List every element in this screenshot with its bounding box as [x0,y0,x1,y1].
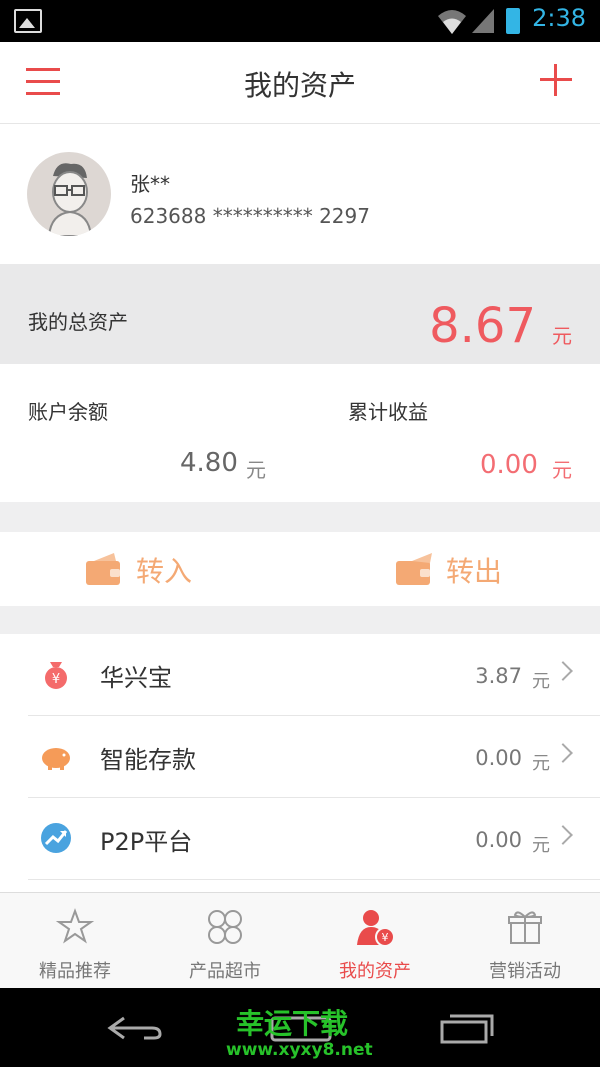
balance-value: 4.80 [180,448,238,478]
product-unit: 元 [532,671,550,692]
tab-label: 产品超市 [189,961,261,982]
transfer-in-label: 转入 [136,555,193,588]
product-unit: 元 [532,835,550,856]
recent-apps-icon[interactable] [440,1010,496,1044]
app-header: 我的资产 [0,42,600,124]
svg-text:¥: ¥ [382,931,389,944]
chevron-right-icon [553,661,573,681]
transfer-out-button[interactable]: 转出 [394,550,502,590]
transfer-in-button[interactable]: 转入 [84,550,192,590]
transfer-out-label: 转出 [446,555,503,588]
watermark-title: 幸运下载 [236,1007,349,1040]
plus-icon[interactable] [540,64,572,96]
divider [0,606,600,634]
account-stats: 账户余额 累计收益 4.80 元 0.00 元 [0,364,600,502]
balance-unit: 元 [246,458,266,482]
transfer-actions: 转入 转出 [0,532,600,606]
total-assets-unit: 元 [552,324,572,348]
tab-label: 精品推荐 [39,961,111,982]
bottom-tab-bar: 精品推荐 产品超市 ¥ 我的资产 营销活动 [0,892,600,988]
wallet-in-icon [86,553,120,585]
earnings-value: 0.00 [480,450,538,480]
total-assets-value: 8.67 [429,298,536,354]
divider [0,502,600,532]
product-label: 华兴宝 [100,664,172,692]
earnings-unit: 元 [552,458,572,482]
image-notification-icon [14,9,42,33]
product-amount: 0.00 [475,828,522,852]
status-bar: 2:38 [0,0,600,42]
tab-marketing[interactable]: 营销活动 [450,893,600,989]
list-item[interactable]: P2P平台 0.00 元 [28,798,600,880]
gift-icon [508,911,542,944]
list-item[interactable]: 智能存款 0.00 元 [28,716,600,798]
wifi-icon [438,10,466,34]
tab-my-assets[interactable]: ¥ 我的资产 [300,893,450,989]
watermark-url: www.xyxy8.net [226,1040,373,1060]
back-icon[interactable] [104,1014,164,1042]
user-name: 张** [130,172,170,196]
system-nav-bar: 幸运下载 www.xyxy8.net [0,988,600,1067]
product-amount: 3.87 [475,664,522,688]
balance-label: 账户余额 [28,400,108,424]
page-title: 我的资产 [243,69,356,102]
product-list: ¥ 华兴宝 3.87 元 智能存款 0.00 元 P2P平台 0.00 元 [0,634,600,886]
product-unit: 元 [532,753,550,774]
svg-text:¥: ¥ [52,672,60,687]
tab-products[interactable]: 产品超市 [150,893,300,989]
product-label: 智能存款 [100,746,196,774]
tab-label: 营销活动 [489,961,561,982]
growth-chart-icon [41,823,71,853]
tab-featured[interactable]: 精品推荐 [0,893,150,989]
list-item[interactable]: ¥ 华兴宝 3.87 元 [28,634,600,716]
avatar-illustration-icon [47,163,93,236]
star-icon [55,908,95,944]
product-label: P2P平台 [100,828,193,856]
earnings-label: 累计收益 [348,400,428,424]
user-yuan-icon: ¥ [357,910,395,947]
money-bag-icon: ¥ [45,662,67,689]
clock: 2:38 [532,4,586,32]
product-amount: 0.00 [475,746,522,770]
signal-icon [472,9,494,33]
piggy-bank-icon [42,748,70,770]
total-assets: 我的总资产 8.67 元 [0,264,600,364]
avatar[interactable] [27,152,111,236]
chevron-right-icon [553,743,573,763]
chevron-right-icon [553,825,573,845]
wallet-out-icon [396,553,432,585]
battery-icon [506,8,520,34]
card-number: 623688 ********** 2297 [130,204,370,228]
clover-grid-icon [208,910,242,944]
tab-label: 我的资产 [339,961,411,982]
profile-section[interactable]: 张** 623688 ********** 2297 [0,124,600,264]
total-assets-label: 我的总资产 [28,310,128,334]
